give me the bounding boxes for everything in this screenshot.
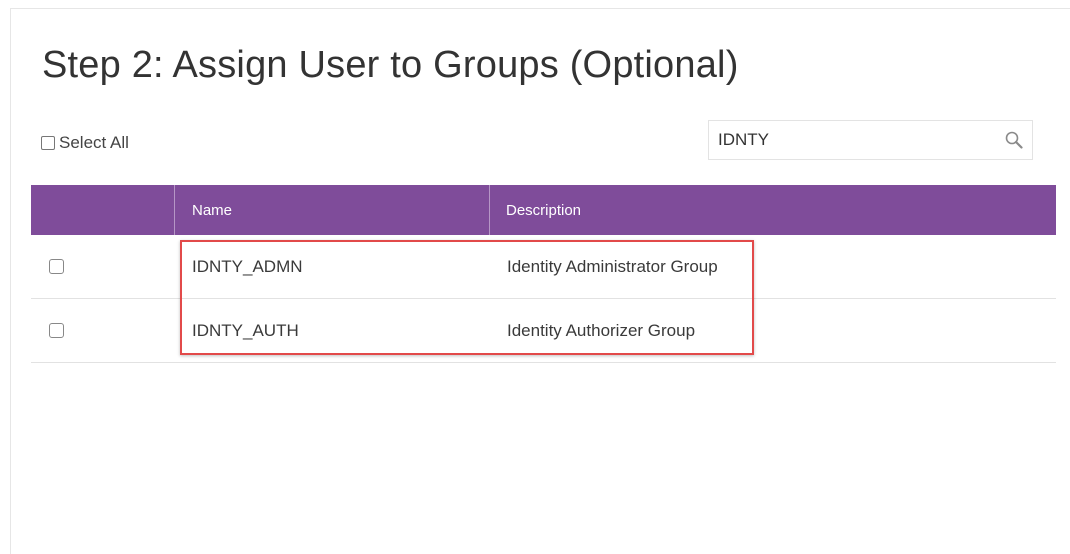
table-row[interactable]: IDNTY_ADMN Identity Administrator Group [31, 235, 1056, 299]
select-all-box[interactable] [41, 136, 55, 150]
row-select-cell [31, 323, 175, 338]
page-title: Step 2: Assign User to Groups (Optional) [42, 44, 739, 86]
row-checkbox[interactable] [49, 323, 64, 338]
search-input[interactable] [709, 121, 998, 159]
table-header: Name Description [31, 185, 1056, 235]
row-select-cell [31, 259, 175, 274]
groups-table: Name Description IDNTY_ADMN Identity Adm… [31, 185, 1056, 363]
table-row[interactable]: IDNTY_AUTH Identity Authorizer Group [31, 299, 1056, 363]
group-description: Identity Administrator Group [507, 256, 718, 276]
column-header-description[interactable]: Description [490, 185, 1056, 235]
group-description: Identity Authorizer Group [507, 320, 696, 340]
column-header-name[interactable]: Name [175, 185, 490, 235]
group-name: IDNTY_ADMN [192, 256, 303, 276]
search-icon[interactable] [1004, 130, 1024, 150]
select-all-checkbox[interactable]: Select All [41, 133, 129, 153]
row-checkbox[interactable] [49, 259, 64, 274]
group-name: IDNTY_AUTH [192, 320, 299, 340]
select-all-label: Select All [59, 133, 129, 152]
column-header-select [31, 185, 175, 235]
search-box[interactable] [708, 120, 1033, 160]
